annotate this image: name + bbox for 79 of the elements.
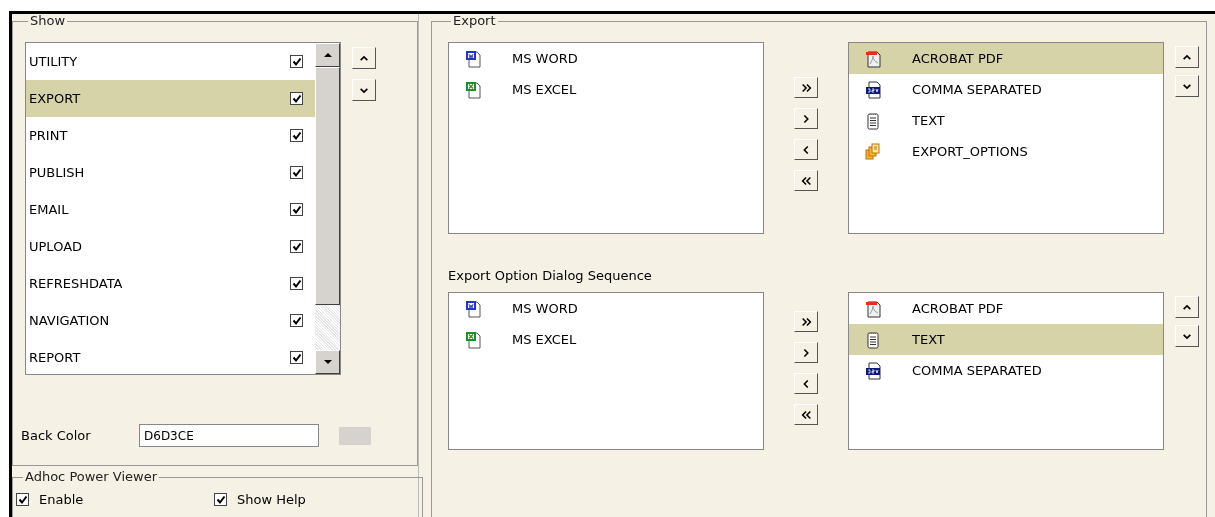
list-item[interactable]: TEXT: [849, 105, 1163, 136]
move-left-button[interactable]: [794, 373, 818, 394]
list-item[interactable]: EMAIL: [26, 191, 315, 228]
stacked-documents-icon: [865, 142, 881, 161]
group-title: Export: [452, 14, 497, 28]
pdf-document-icon: [865, 299, 881, 318]
list-item[interactable]: MS WORD: [449, 43, 763, 74]
color-swatch[interactable]: [339, 426, 371, 445]
spreadsheet-icon: [465, 330, 481, 349]
word-document-icon: [465, 299, 481, 318]
checkbox-label: Show Help: [237, 492, 306, 507]
list-item[interactable]: PRINT: [26, 117, 315, 154]
double-chevron-left-icon: [799, 174, 813, 187]
checkbox[interactable]: [290, 314, 303, 327]
move-down-button[interactable]: [1175, 325, 1199, 347]
checkbox[interactable]: [214, 493, 227, 506]
checkbox-label: Enable: [39, 492, 84, 507]
list-item[interactable]: EXPORT_OPTIONS: [849, 136, 1163, 167]
scrollbar[interactable]: [315, 43, 340, 374]
section-title: Export Option Dialog Sequence: [448, 268, 653, 285]
list-item[interactable]: UPLOAD: [26, 228, 315, 265]
move-up-button[interactable]: [352, 47, 376, 69]
group-title: Adhoc Power Viewer: [24, 470, 159, 484]
list-item[interactable]: COMMA SEPARATED: [849, 355, 1163, 386]
checkbox[interactable]: [290, 351, 303, 364]
move-up-button[interactable]: [1175, 46, 1199, 68]
word-document-icon: [465, 49, 481, 68]
move-left-button[interactable]: [794, 139, 818, 160]
move-all-left-button[interactable]: [794, 404, 818, 425]
list-item[interactable]: MS WORD: [449, 293, 763, 324]
checkbox[interactable]: [290, 277, 303, 290]
move-all-left-button[interactable]: [794, 170, 818, 191]
checkbox[interactable]: [290, 55, 303, 68]
list-item[interactable]: TEXT: [849, 324, 1163, 355]
triangle-up-icon[interactable]: [322, 50, 333, 60]
chevron-up-icon: [1182, 303, 1192, 311]
list-item[interactable]: PUBLISH: [26, 154, 315, 191]
list-item[interactable]: REPORT: [26, 339, 315, 374]
csv-document-icon: [865, 361, 881, 380]
move-right-button[interactable]: [794, 342, 818, 363]
checkbox[interactable]: [290, 166, 303, 179]
list-item[interactable]: REFRESHDATA: [26, 265, 315, 302]
list-item[interactable]: UTILITY: [26, 43, 315, 80]
list-item[interactable]: MS EXCEL: [449, 74, 763, 105]
list-item[interactable]: EXPORT: [26, 80, 315, 117]
double-chevron-right-icon: [799, 315, 813, 328]
scroll-thumb[interactable]: [315, 67, 340, 305]
checkbox[interactable]: [290, 92, 303, 105]
move-up-button[interactable]: [1175, 296, 1199, 318]
chevron-down-icon: [359, 86, 369, 94]
chevron-down-icon: [1182, 82, 1192, 90]
checkbox[interactable]: [16, 493, 29, 506]
chevron-up-icon: [359, 54, 369, 62]
move-all-right-button[interactable]: [794, 311, 818, 332]
checkbox[interactable]: [290, 240, 303, 253]
list-item[interactable]: ACROBAT PDF: [849, 293, 1163, 324]
move-down-button[interactable]: [352, 79, 376, 101]
notepad-icon: [865, 330, 881, 349]
group-title: Show: [29, 14, 67, 28]
chevron-up-icon: [1182, 53, 1192, 61]
list-item[interactable]: MS EXCEL: [449, 324, 763, 355]
field-label: Back Color: [21, 428, 92, 443]
move-down-button[interactable]: [1175, 75, 1199, 97]
triangle-down-icon[interactable]: [322, 357, 333, 367]
move-all-right-button[interactable]: [794, 77, 818, 98]
spreadsheet-icon: [465, 80, 481, 99]
checkbox[interactable]: [290, 203, 303, 216]
double-chevron-right-icon: [799, 81, 813, 94]
list-item[interactable]: NAVIGATION: [26, 302, 315, 339]
pdf-document-icon: [865, 49, 881, 68]
move-right-button[interactable]: [794, 108, 818, 129]
list-item[interactable]: ACROBAT PDF: [849, 43, 1163, 74]
chevron-down-icon: [1182, 332, 1192, 340]
list-item[interactable]: COMMA SEPARATED: [849, 74, 1163, 105]
csv-document-icon: [865, 80, 881, 99]
double-chevron-left-icon: [799, 408, 813, 421]
checkbox[interactable]: [290, 129, 303, 142]
notepad-icon: [865, 111, 881, 130]
color-input-field[interactable]: D6D3CE: [139, 424, 319, 447]
